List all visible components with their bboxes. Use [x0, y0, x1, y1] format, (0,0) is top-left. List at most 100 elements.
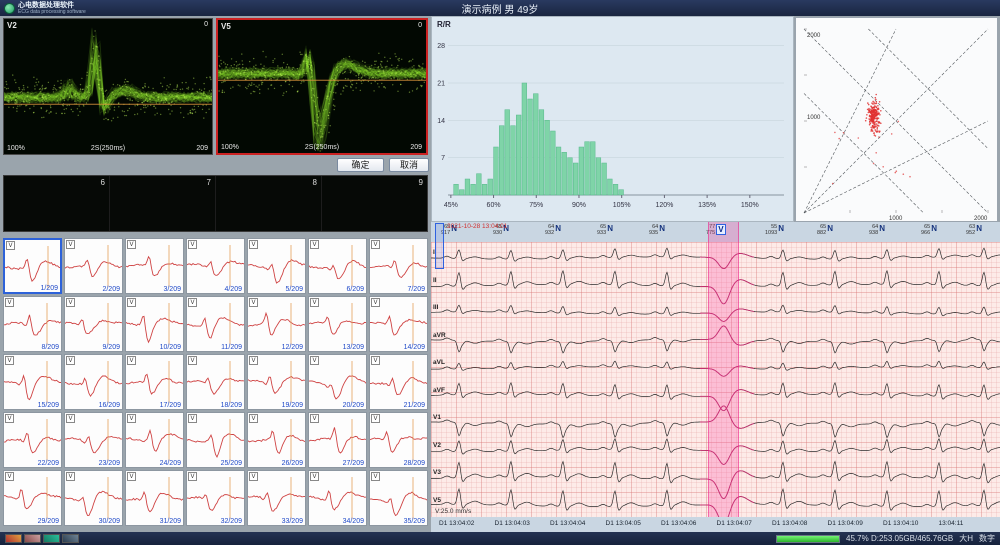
beat-type-label[interactable]: N [879, 224, 885, 233]
beat-thumbnail[interactable]: V8/209 [3, 296, 62, 352]
beat-marker[interactable]: 65882N [817, 224, 833, 236]
beat-thumbnail[interactable]: V22/209 [3, 412, 62, 468]
beat-thumbnail[interactable]: V26/209 [247, 412, 306, 468]
beat-thumbnail[interactable]: V7/209 [369, 238, 428, 294]
beat-marker[interactable]: 65966N [921, 224, 937, 236]
beat-thumbnail[interactable]: V17/209 [125, 354, 184, 410]
beat-index-label: 12/209 [282, 344, 303, 351]
template-canvas-v2 [4, 19, 212, 154]
ime-indicator-caps[interactable]: 大H [959, 533, 973, 544]
beat-thumbnail[interactable]: V32/209 [186, 470, 245, 526]
beat-thumbnail[interactable]: V34/209 [308, 470, 367, 526]
beat-class-tag: V [310, 356, 319, 365]
beat-thumbnail-waveform [4, 419, 62, 461]
beat-thumbnail[interactable]: V21/209 [369, 354, 428, 410]
taskbar-thumbnail[interactable] [62, 534, 79, 543]
beat-thumbnail[interactable]: V25/209 [186, 412, 245, 468]
beat-thumbnail[interactable]: V14/209 [369, 296, 428, 352]
template-panel-v5[interactable]: V5 0 100% 2S(250ms) 209 [216, 18, 428, 155]
beat-thumbnail[interactable]: V19/209 [247, 354, 306, 410]
beat-type-label[interactable]: N [976, 224, 982, 233]
beat-thumbnail[interactable]: V9/209 [64, 296, 123, 352]
beat-type-label[interactable]: N [827, 224, 833, 233]
beat-index-label: 27/209 [343, 460, 364, 467]
beat-thumbnail[interactable]: V27/209 [308, 412, 367, 468]
beat-type-label[interactable]: N [607, 224, 613, 233]
beat-class-tag: V [188, 472, 197, 481]
beat-index-label: 7/209 [407, 286, 425, 293]
beat-type-label[interactable]: N [659, 224, 665, 233]
taskbar-thumbnail[interactable] [5, 534, 22, 543]
beat-thumbnail[interactable]: V20/209 [308, 354, 367, 410]
beat-measurements: 65933 [597, 224, 606, 236]
taskbar-thumbnail[interactable] [43, 534, 60, 543]
beat-thumbnail[interactable]: V1/209 [3, 238, 62, 294]
beat-thumbnail[interactable]: V30/209 [64, 470, 123, 526]
template-slot-8[interactable]: 8 [216, 176, 322, 231]
beat-thumbnail[interactable]: V28/209 [369, 412, 428, 468]
beat-thumbnail[interactable]: V24/209 [125, 412, 184, 468]
template-canvas-v5 [218, 20, 426, 153]
beat-thumbnail[interactable]: V31/209 [125, 470, 184, 526]
svg-text:1000: 1000 [889, 216, 903, 221]
lead-label: II [433, 277, 437, 284]
ecg-panel[interactable]: 2021-10-28 13:04:01 65917N65930N64932N65… [431, 222, 1000, 532]
beat-index-label: 26/209 [282, 460, 303, 467]
beat-type-label[interactable]: N [555, 224, 561, 233]
beat-thumbnail[interactable]: V2/209 [64, 238, 123, 294]
beat-thumbnail[interactable]: V4/209 [186, 238, 245, 294]
beat-thumbnail[interactable]: V10/209 [125, 296, 184, 352]
disk-progress-bar [776, 535, 840, 543]
beat-type-label[interactable]: N [931, 224, 937, 233]
beat-thumbnail-waveform [370, 477, 428, 519]
template-slot-7[interactable]: 7 [110, 176, 216, 231]
beat-class-tag: V [66, 472, 75, 481]
beat-index-label: 10/209 [160, 344, 181, 351]
template-slot-number: 8 [313, 178, 317, 187]
beat-thumbnail[interactable]: V3/209 [125, 238, 184, 294]
beat-thumbnail[interactable]: V18/209 [186, 354, 245, 410]
poincare-scatter-panel[interactable]: 2000100010002000 [795, 17, 998, 222]
beat-marker[interactable]: 63952N [966, 224, 982, 236]
rr-histogram-panel[interactable]: R/R 282114745%60%75%90%105%120%135%150% [431, 16, 794, 222]
beat-thumbnail[interactable]: V33/209 [247, 470, 306, 526]
beat-marker[interactable]: 64935N [649, 224, 665, 236]
svg-text:2000: 2000 [974, 216, 988, 221]
beat-thumbnail[interactable]: V35/209 [369, 470, 428, 526]
beat-thumbnail[interactable]: V16/209 [64, 354, 123, 410]
template-slot-9[interactable]: 9 [322, 176, 427, 231]
beat-thumbnail[interactable]: V15/209 [3, 354, 62, 410]
beat-thumbnail-waveform [370, 303, 428, 345]
beat-thumbnail[interactable]: V12/209 [247, 296, 306, 352]
beat-thumbnail[interactable]: V11/209 [186, 296, 245, 352]
beat-thumbnail-waveform [187, 419, 245, 461]
beat-thumbnail-waveform [65, 477, 123, 519]
template-panel-v2[interactable]: V2 0 100% 2S(250ms) 209 [3, 18, 213, 155]
time-axis-label: D1 13:04:08 [772, 520, 807, 527]
sweep-speed-label: V:25.0 mm/s [435, 508, 471, 515]
cancel-button[interactable]: 取消 [389, 158, 429, 172]
beat-thumbnail[interactable]: V5/209 [247, 238, 306, 294]
confirm-button[interactable]: 确定 [337, 158, 384, 172]
template-scale-label: 2S(250ms) [91, 145, 125, 152]
svg-text:150%: 150% [741, 202, 759, 209]
beat-marker[interactable]: 64938N [869, 224, 885, 236]
template-empty-slots: 6 7 8 9 [3, 175, 428, 232]
beat-type-label[interactable]: N [778, 224, 784, 233]
template-slot-6[interactable]: 6 [4, 176, 110, 231]
beat-type-label[interactable]: V [716, 224, 725, 235]
beat-thumbnail[interactable]: V6/209 [308, 238, 367, 294]
ecg-strip-body[interactable]: V:25.0 mm/s IIIIIIaVRaVLaVFV1V2V3V5 [431, 242, 1000, 517]
beat-marker[interactable]: 65933N [597, 224, 613, 236]
taskbar-thumbnail[interactable] [24, 534, 41, 543]
time-axis-label: D1 13:04:09 [828, 520, 863, 527]
ime-indicator-numeric[interactable]: 数字 [979, 533, 995, 544]
template-slot-number: 9 [419, 178, 423, 187]
beat-marker[interactable]: 551093N [765, 224, 784, 236]
beat-thumbnail[interactable]: V29/209 [3, 470, 62, 526]
page-start-cursor[interactable] [435, 223, 444, 269]
beat-measurements: 551093 [765, 224, 777, 236]
beat-thumbnail[interactable]: V23/209 [64, 412, 123, 468]
beat-thumbnail[interactable]: V13/209 [308, 296, 367, 352]
beat-marker[interactable]: 64932N [545, 224, 561, 236]
